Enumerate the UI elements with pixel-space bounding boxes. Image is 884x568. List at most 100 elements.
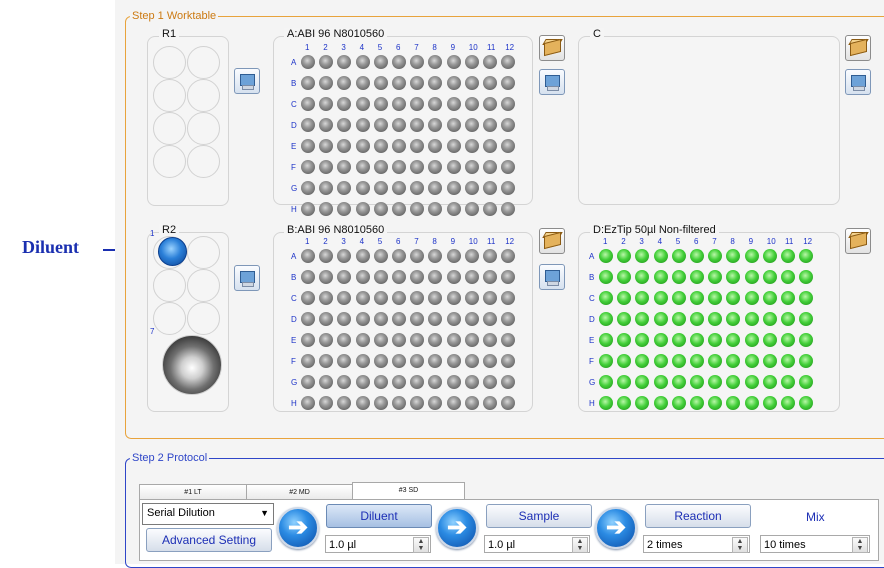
plate-a-well[interactable] [301,118,315,132]
plate-d-well[interactable] [671,396,686,410]
r1-well[interactable] [187,145,220,178]
plate-b-well[interactable] [392,312,406,326]
plate-a-well[interactable] [464,97,479,111]
plate-b-well[interactable] [464,270,479,284]
plate-a-well[interactable] [355,139,370,153]
r2-setup-button[interactable] [234,265,260,291]
plate-a-well[interactable] [355,76,370,90]
plate-a-well[interactable] [483,181,497,195]
plate-d-well[interactable] [671,249,686,263]
plate-b-well[interactable] [355,270,370,284]
plate-b-well[interactable] [483,375,497,389]
plate-a-well[interactable] [483,55,497,69]
tab-sd[interactable]: #3 SD [352,482,465,500]
plate-d-well[interactable] [671,291,686,305]
plate-b-well[interactable] [301,312,315,326]
reaction-times-stepper[interactable]: ▲ ▼ [732,537,748,553]
plate-d-well[interactable] [690,249,704,263]
plate-d-well[interactable] [762,312,777,326]
plate-a-well[interactable] [464,139,479,153]
plate-b-well[interactable] [373,249,388,263]
plate-b-well[interactable] [464,333,479,347]
plate-a-well[interactable] [446,181,461,195]
plate-a-well[interactable] [392,76,406,90]
plate-b-well[interactable] [483,333,497,347]
plate-d-well[interactable] [599,333,613,347]
plate-b-well[interactable] [392,270,406,284]
plate-d-well[interactable] [762,333,777,347]
r2-well[interactable] [187,269,220,302]
plate-b-well[interactable] [373,354,388,368]
plate-d-well[interactable] [599,270,613,284]
mix-times-input[interactable]: 10 times ▲ ▼ [760,535,870,553]
plate-d-well[interactable] [653,396,668,410]
plate-b-well[interactable] [464,354,479,368]
plate-a-well[interactable] [355,97,370,111]
plate-b-well[interactable] [483,312,497,326]
plate-d-well[interactable] [599,291,613,305]
plate-a-setup-button[interactable] [539,69,565,95]
plate-b-well[interactable] [373,396,388,410]
plate-a-well[interactable] [446,160,461,174]
r1-setup-button[interactable] [234,68,260,94]
plate-d-well[interactable] [781,333,795,347]
plate-a-well[interactable] [464,160,479,174]
plate-d-well[interactable] [781,312,795,326]
plate-a-well[interactable] [483,76,497,90]
plate-b-well[interactable] [355,249,370,263]
plate-d-well[interactable] [781,396,795,410]
plate-b-well[interactable] [446,270,461,284]
plate-a-well[interactable] [446,76,461,90]
large-trough-well[interactable] [162,335,222,395]
r1-well[interactable] [153,46,186,79]
plate-a-well[interactable] [483,97,497,111]
plate-b-well[interactable] [446,375,461,389]
plate-d-well[interactable] [762,375,777,389]
plate-b-well[interactable] [392,396,406,410]
r1-well[interactable] [153,79,186,112]
plate-d-well[interactable] [671,333,686,347]
plate-b-well[interactable] [355,375,370,389]
plate-b-well[interactable] [301,249,315,263]
plate-a-well[interactable] [355,55,370,69]
plate-a-well[interactable] [392,202,406,216]
plate-a-well[interactable] [301,97,315,111]
plate-a-well[interactable] [464,202,479,216]
plate-d-well[interactable] [781,270,795,284]
plate-b-setup-button[interactable] [539,264,565,290]
plate-a-well[interactable] [446,55,461,69]
plate-a-well[interactable] [373,55,388,69]
r1-well[interactable] [187,112,220,145]
mix-times-stepper[interactable]: ▲ ▼ [852,537,868,553]
plate-b-well[interactable] [392,375,406,389]
plate-d-well[interactable] [744,270,759,284]
plate-a-labware-button[interactable] [539,35,565,61]
r2-well[interactable] [187,236,220,269]
plate-a-well[interactable] [301,160,315,174]
plate-b-well[interactable] [446,312,461,326]
plate-b-well[interactable] [446,249,461,263]
plate-b-well[interactable] [355,291,370,305]
plate-b-well[interactable] [392,291,406,305]
plate-a-well[interactable] [464,118,479,132]
plate-c-labware-button[interactable] [845,35,871,61]
plate-d-well[interactable] [671,312,686,326]
plate-d-labware-button[interactable] [845,228,871,254]
plate-b-well[interactable] [355,354,370,368]
plate-a-well[interactable] [301,202,315,216]
plate-d-well[interactable] [762,396,777,410]
reaction-times-input[interactable]: 2 times ▲ ▼ [643,535,750,553]
plate-a-well[interactable] [392,160,406,174]
plate-b-well[interactable] [483,249,497,263]
plate-a-well[interactable] [373,160,388,174]
plate-a-well[interactable] [483,118,497,132]
plate-d-well[interactable] [690,312,704,326]
plate-a-well[interactable] [392,181,406,195]
plate-b-well[interactable] [301,270,315,284]
sample-button[interactable]: Sample [486,504,592,528]
plate-d-well[interactable] [781,375,795,389]
plate-a-well[interactable] [301,76,315,90]
plate-a-well[interactable] [446,202,461,216]
reaction-button[interactable]: Reaction [645,504,751,528]
plate-d-well[interactable] [653,249,668,263]
